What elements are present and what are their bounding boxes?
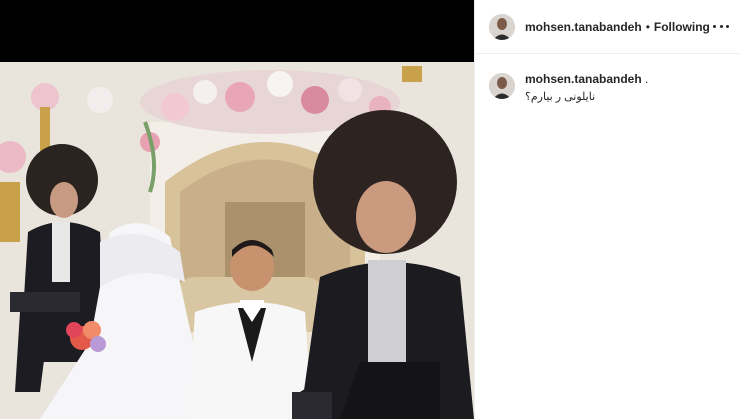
caption-trailing: . — [645, 72, 649, 86]
header-username[interactable]: mohsen.tanabandeh — [525, 20, 642, 34]
avatar-image — [489, 13, 515, 40]
caption-text: نایلونی ر بیارم؟ — [525, 91, 596, 103]
avatar-image — [489, 73, 515, 99]
more-dot — [719, 24, 723, 28]
wedding-photo-illustration — [0, 62, 474, 419]
post-header: mohsen.tanabandeh • Following — [475, 0, 740, 54]
post-sidebar: mohsen.tanabandeh • Following mohsen.tanab… — [474, 0, 740, 419]
avatar[interactable] — [489, 13, 515, 40]
caption-avatar[interactable] — [489, 73, 515, 99]
caption-username-line: mohsen.tanabandeh . — [525, 72, 648, 86]
more-dot — [726, 24, 729, 28]
post-caption: mohsen.tanabandeh . نایلونی ر بیارم؟ — [489, 72, 729, 103]
caption-body: mohsen.tanabandeh . نایلونی ر بیارم؟ — [525, 72, 648, 103]
post-media — [0, 0, 474, 419]
media-letterbox — [0, 0, 474, 62]
header-text: mohsen.tanabandeh • Following — [525, 20, 710, 34]
more-dot — [713, 24, 716, 28]
caption-username[interactable]: mohsen.tanabandeh — [525, 72, 642, 86]
following-button[interactable]: Following — [654, 20, 710, 34]
post-photo[interactable] — [0, 62, 474, 419]
header-separator: • — [645, 19, 650, 34]
more-options-icon[interactable] — [713, 18, 729, 34]
